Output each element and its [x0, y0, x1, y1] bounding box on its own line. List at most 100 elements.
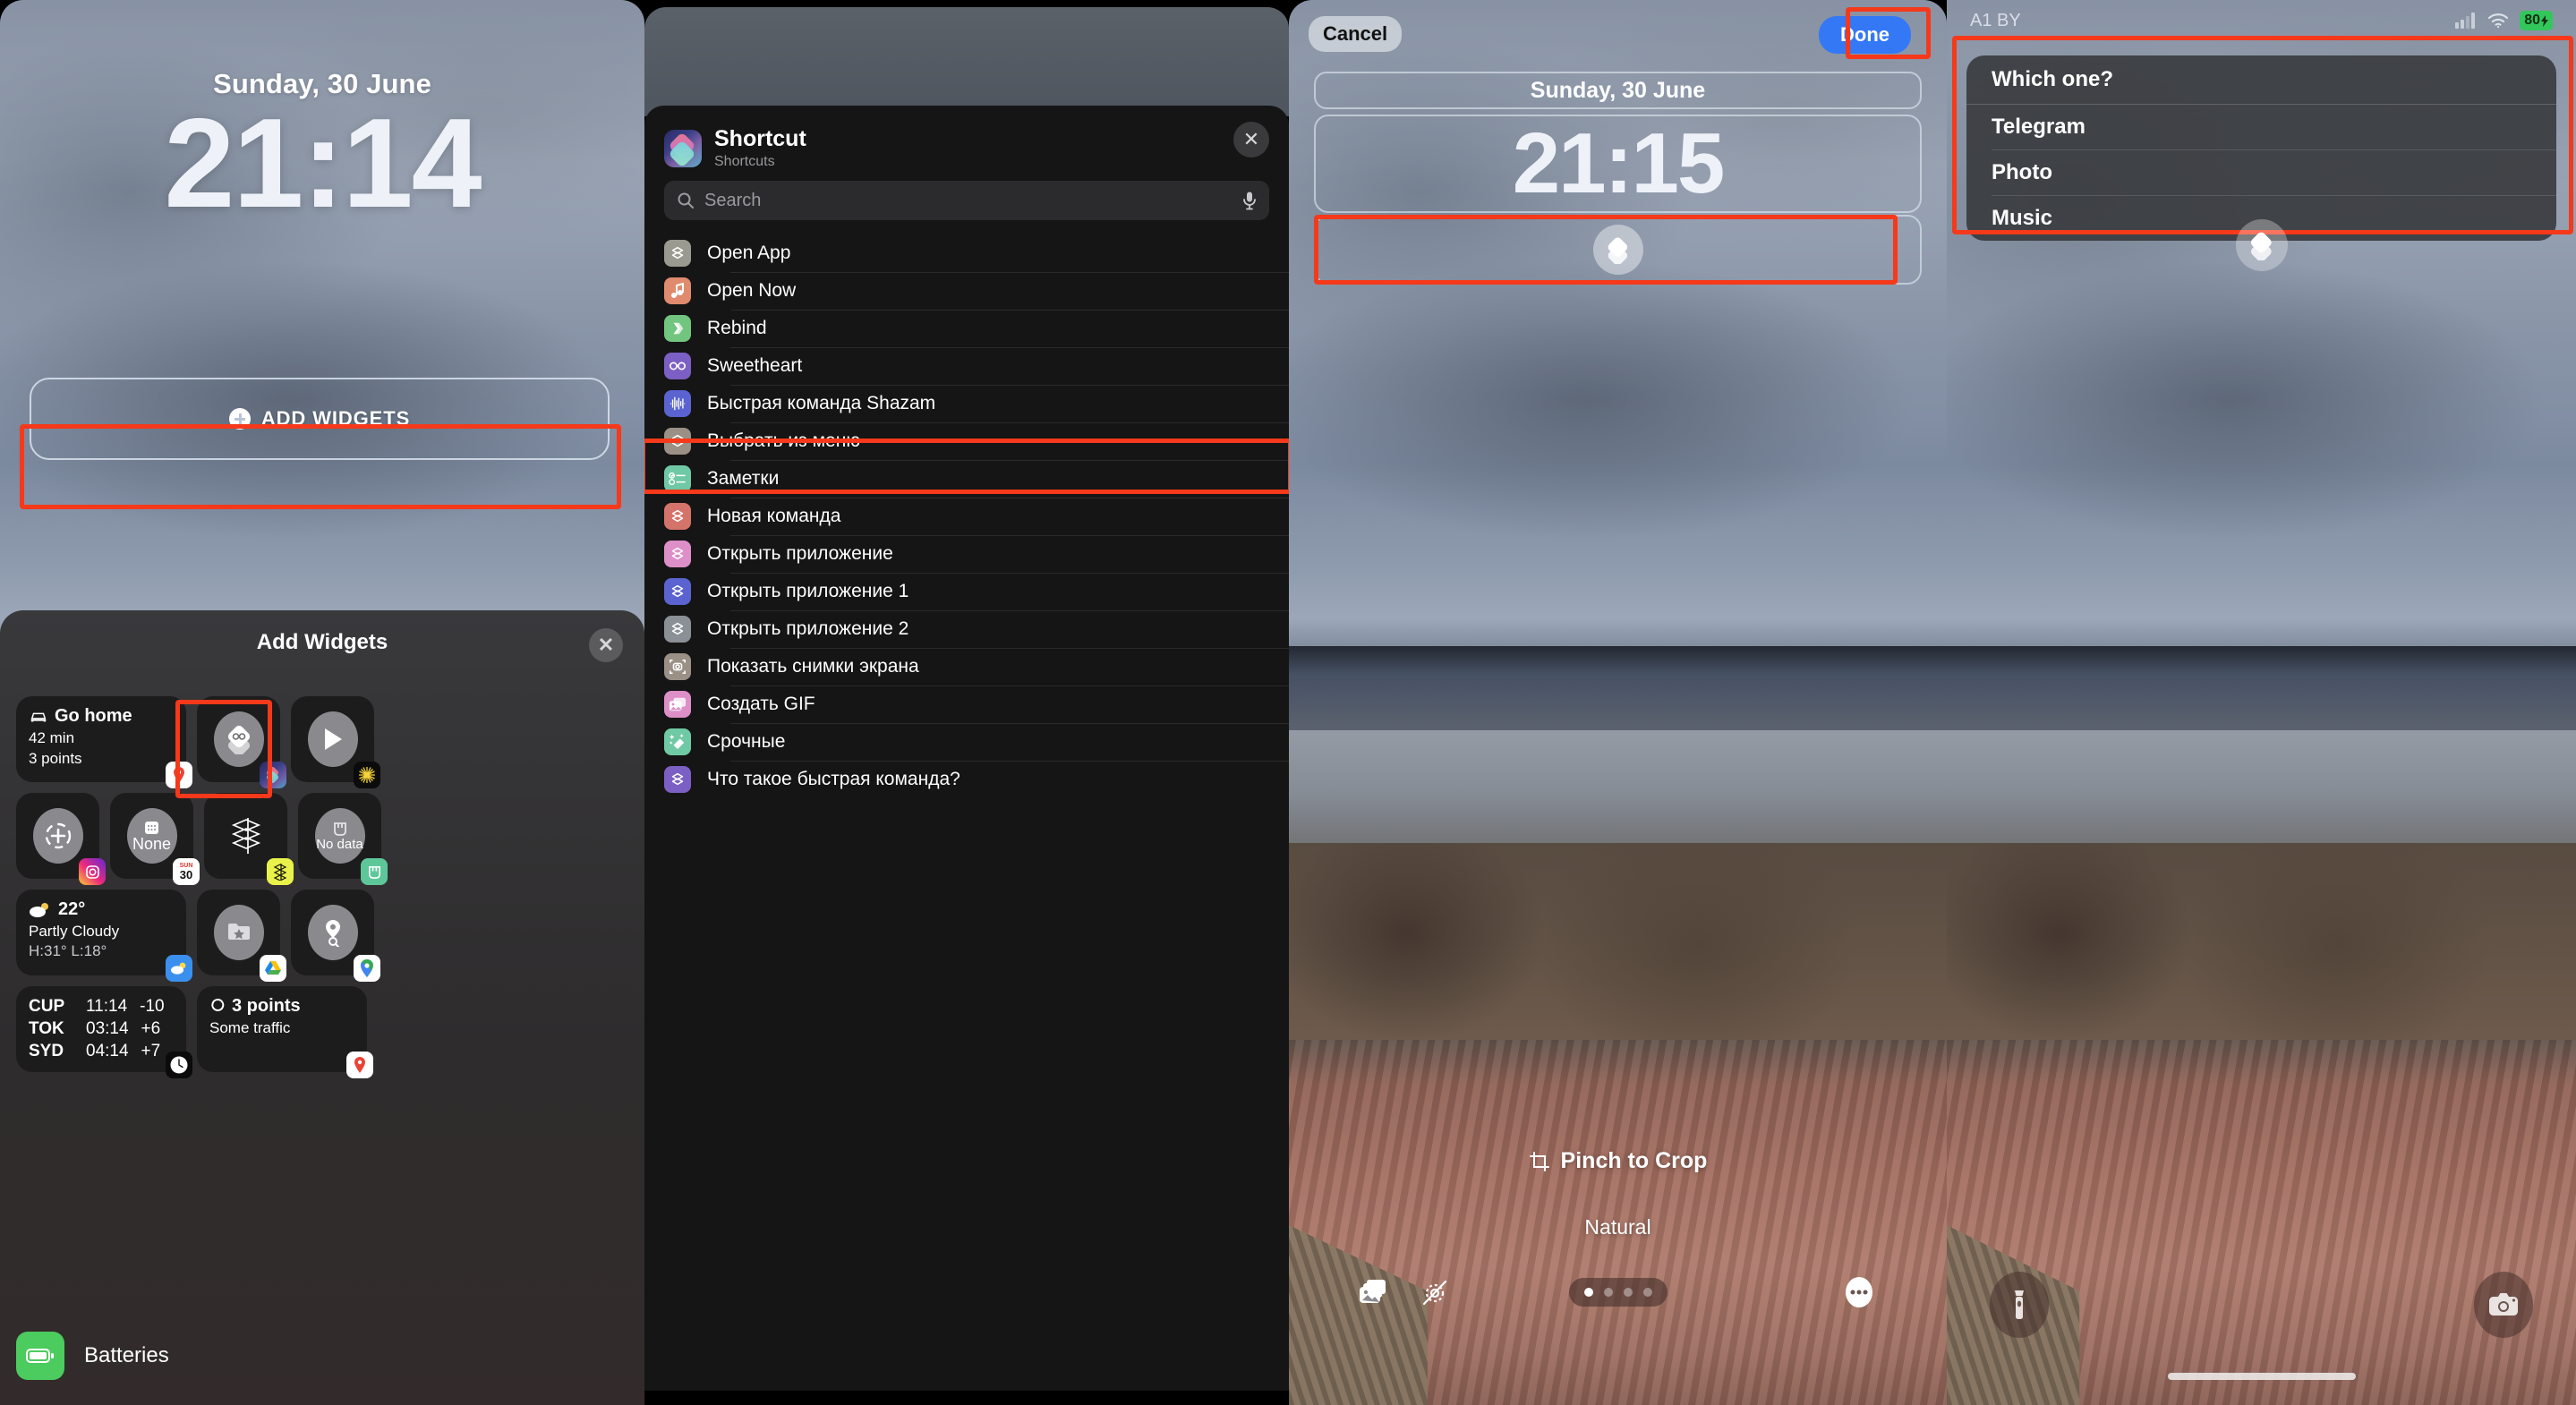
panel-lockscreen-editor: Sunday, 30 June 21:14 ADD WIDGETS Add Wi…	[0, 0, 644, 1405]
shortcut-label: Открыть приложение	[707, 543, 893, 564]
pinch-label: Pinch to Crop	[1560, 1148, 1708, 1173]
shortcut-icon	[664, 653, 691, 680]
shortcut-list[interactable]: Open App Open Now Rebind Sweetheart Быстрая …	[644, 234, 1289, 1387]
time-field[interactable]: 21:15	[1314, 115, 1922, 213]
widget-card-world-clock[interactable]: CUP 11:14 -10 TOK 03:14 +6 SYD 04:14 +7	[16, 986, 192, 1078]
microphone-icon[interactable]	[1242, 191, 1257, 210]
page-dot[interactable]	[1642, 1288, 1652, 1297]
widget-grid: Go home 42 min 3 points None SUN 30 No d…	[16, 696, 628, 1083]
widget-card-weather[interactable]: 22° Partly Cloudy H:31° L:18°	[16, 890, 192, 982]
shortcut-list-item[interactable]: Создать GIF	[644, 685, 1289, 723]
batteries-entry[interactable]: Batteries	[16, 1332, 169, 1380]
widget-card-go-home[interactable]: Go home 42 min 3 points	[16, 696, 192, 788]
shortcut-list-item[interactable]: Открыть приложение 2	[644, 610, 1289, 648]
widget-card-shortcut-menu[interactable]	[197, 696, 286, 788]
shortcut-list-item[interactable]: Выбрать из меню	[644, 422, 1289, 460]
sheet-title: Add Widgets	[256, 630, 388, 654]
shortcut-list-item[interactable]: Open Now	[644, 272, 1289, 310]
depth-effect-off-icon[interactable]	[1420, 1277, 1450, 1307]
menu-item-telegram[interactable]: Telegram	[1966, 104, 2556, 149]
app-name: Shortcut	[714, 126, 806, 151]
pinch-to-crop-hint: Pinch to Crop	[1289, 1148, 1947, 1174]
shortcut-list-item[interactable]: Быстрая команда Shazam	[644, 385, 1289, 422]
shortcut-list-item[interactable]: Заметки	[644, 460, 1289, 498]
style-label: Natural	[1584, 1215, 1651, 1239]
maps-pin-icon	[346, 1052, 373, 1078]
widget-card-instagram-add[interactable]	[16, 793, 106, 885]
flashlight-button[interactable]	[1990, 1272, 2049, 1338]
lockscreen-time: 21:14	[164, 92, 482, 234]
widget-row: CUP 11:14 -10 TOK 03:14 +6 SYD 04:14 +7 3	[16, 986, 628, 1078]
widget-row-field[interactable]	[1314, 215, 1922, 285]
close-icon[interactable]: ✕	[1233, 122, 1269, 158]
shortcuts-stack-icon[interactable]	[2235, 219, 2288, 271]
shortcut-list-item[interactable]: Показать снимки экрана	[644, 648, 1289, 685]
widget-card-calendar-none[interactable]: None SUN 30	[110, 793, 200, 885]
widget-line2: Some traffic	[209, 1019, 291, 1036]
camera-button[interactable]	[2474, 1272, 2533, 1338]
page-dots[interactable]	[1568, 1278, 1668, 1307]
screenshot-stage: Sunday, 30 June 21:14 ADD WIDGETS Add Wi…	[0, 0, 2576, 1405]
clock-offset: -10	[140, 997, 165, 1016]
partly-cloudy-icon	[30, 902, 48, 917]
clock-city: SYD	[29, 1042, 64, 1061]
search-input[interactable]: Search	[664, 181, 1269, 220]
menu-item-photo[interactable]: Photo	[1966, 149, 2556, 195]
shortcut-icon	[664, 541, 691, 567]
yellow-stack-icon	[267, 858, 294, 885]
shortcut-label: Создать GIF	[707, 694, 815, 714]
shortcut-list-item[interactable]: Срочные	[644, 723, 1289, 761]
close-icon[interactable]: ✕	[589, 628, 623, 662]
shortcut-label: Open Now	[707, 280, 797, 301]
widget-row: None SUN 30 No data	[16, 793, 628, 885]
battery-icon	[16, 1332, 64, 1380]
status-bar: A1 BY 80	[1947, 0, 2576, 41]
shortcut-icon	[664, 353, 691, 379]
shortcut-icon	[664, 728, 691, 755]
widget-card-drive-starred[interactable]	[197, 890, 286, 982]
picker-header: Shortcut Shortcuts	[664, 126, 1269, 170]
cancel-button[interactable]: Cancel	[1309, 16, 1403, 52]
charging-bolt-icon	[2541, 14, 2548, 27]
widget-card-maps-search[interactable]	[291, 890, 380, 982]
shortcut-list-item[interactable]: Open App	[644, 234, 1289, 272]
calendar-sun30-icon: SUN 30	[173, 858, 200, 885]
shortcut-list-item[interactable]: Rebind	[644, 310, 1289, 347]
page-dot[interactable]	[1603, 1288, 1613, 1297]
shortcut-icon	[664, 277, 691, 304]
shortcut-list-item[interactable]: Открыть приложение	[644, 535, 1289, 573]
widget-card-shortcut-run[interactable]	[291, 696, 380, 788]
widget-row: 22° Partly Cloudy H:31° L:18°	[16, 890, 628, 982]
clock-city: CUP	[29, 997, 65, 1016]
instagram-icon	[79, 858, 106, 885]
widget-title: 3 points	[232, 996, 301, 1016]
widget-slot[interactable]: ADD WIDGETS	[30, 378, 610, 460]
shortcuts-stack-glasses-icon	[213, 711, 264, 767]
shortcut-icon	[664, 691, 691, 718]
calendar-icon: None	[126, 808, 177, 864]
shortcut-icon	[664, 240, 691, 267]
panel-menu-prompt: A1 BY 80 Which one? Telegram Photo Music	[1947, 0, 2576, 1405]
shortcut-icon	[664, 315, 691, 342]
add-widgets-button[interactable]: ADD WIDGETS	[31, 379, 608, 458]
date-field[interactable]: Sunday, 30 June	[1314, 72, 1922, 109]
car-icon	[30, 712, 47, 721]
shortcut-list-item[interactable]: Открыть приложение 1	[644, 573, 1289, 610]
widget-label: None	[132, 835, 172, 853]
shortcut-list-item[interactable]: Sweetheart	[644, 347, 1289, 385]
more-options-icon[interactable]	[1841, 1274, 1877, 1310]
widget-card-shortcuts-stack[interactable]	[204, 793, 294, 885]
widget-card-traffic[interactable]: 3 points Some traffic	[197, 986, 373, 1078]
photo-library-icon[interactable]	[1359, 1278, 1391, 1307]
shortcut-list-item[interactable]: Новая команда	[644, 498, 1289, 535]
app-subtitle: Shortcuts	[714, 153, 775, 169]
shortcut-list-item[interactable]: Что такое быстрая команда?	[644, 761, 1289, 798]
camera-icon	[2489, 1293, 2518, 1316]
widget-card-mi-no-data[interactable]: No data	[298, 793, 388, 885]
clock-time: 11:14	[86, 997, 128, 1016]
home-indicator	[2167, 1373, 2356, 1380]
done-button[interactable]: Done	[1819, 16, 1911, 54]
page-dot[interactable]	[1623, 1288, 1633, 1297]
shortcut-label: Открыть приложение 1	[707, 581, 909, 601]
page-dot[interactable]	[1583, 1288, 1593, 1297]
